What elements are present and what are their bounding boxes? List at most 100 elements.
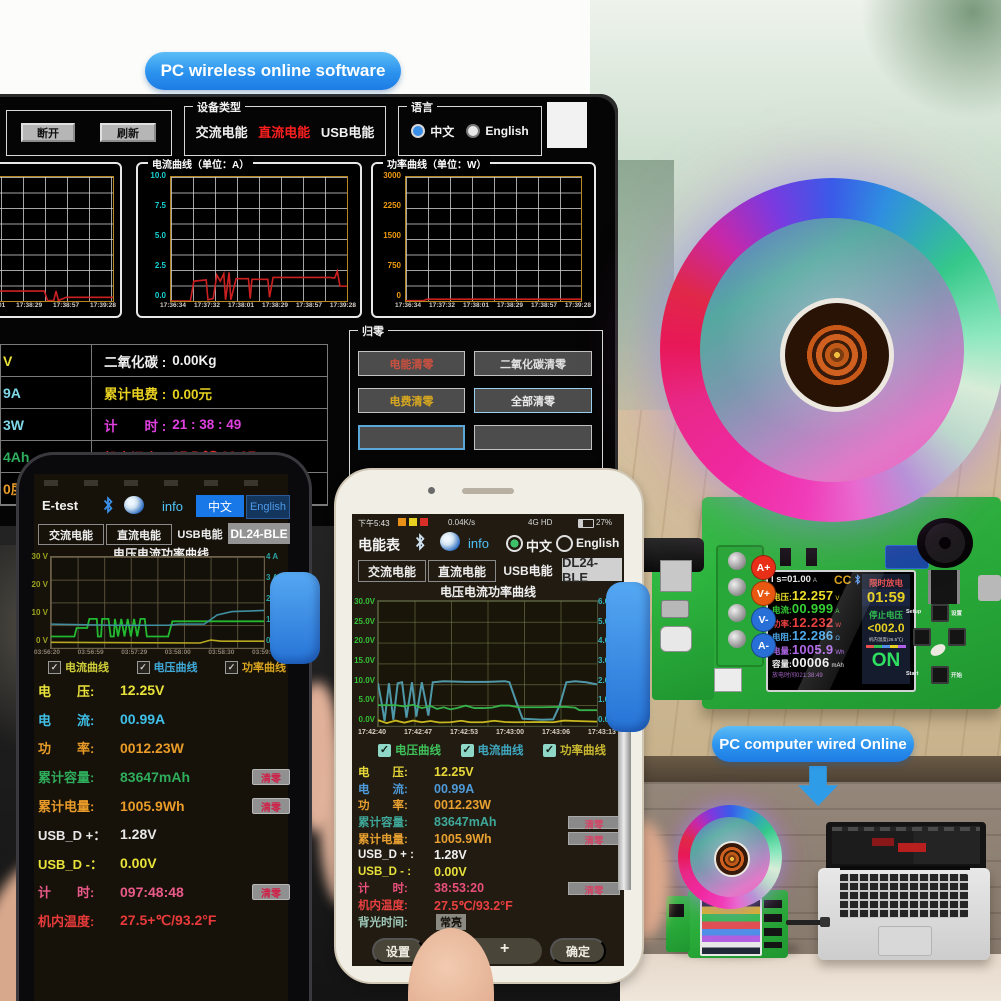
reset-group-title: 归零	[358, 323, 388, 339]
laptop-trackpad	[878, 926, 932, 956]
tab-ac[interactable]: 交流电能	[38, 524, 104, 545]
tab-device-dl24[interactable]: DL24-BLE	[562, 558, 622, 581]
power-line	[0, 291, 113, 300]
lcd-countdown: 01:59	[862, 589, 910, 606]
small-fan-hub	[714, 841, 750, 877]
legend-voltage[interactable]: 电压曲线	[378, 742, 441, 758]
info-link[interactable]: info	[468, 536, 489, 551]
tab-usb[interactable]: USB电能	[498, 560, 558, 580]
clear-button[interactable]: 清零	[568, 832, 620, 845]
tab-dc[interactable]: 直流电能	[428, 560, 496, 582]
minus-button[interactable]	[913, 628, 931, 646]
chart-panel-power: 功率曲线（单位：W） 3000225015007500 17:36:3417:3…	[371, 162, 596, 318]
plus-button[interactable]: +	[500, 940, 509, 958]
row-value: 0.00V	[434, 865, 467, 879]
row-value: 12.25V	[120, 682, 164, 698]
legend-current[interactable]: 电流曲线	[48, 659, 109, 675]
reset-blank-button-1[interactable]	[358, 425, 465, 450]
reset-blank-button-2[interactable]	[474, 425, 592, 450]
tab-usb-energy[interactable]: USB电能	[321, 122, 374, 141]
plant-blur	[860, 0, 1001, 120]
tick-label: 17:38:57	[531, 303, 557, 310]
x-axis-ticks: 03:56:2003:56:5903:57:2903:58:0003:58:30…	[34, 650, 278, 657]
table-row: 9A累计电费 :0.00元	[1, 377, 327, 409]
tick-label: 0.0V	[350, 716, 375, 724]
legend-power[interactable]: 功率曲线	[543, 742, 606, 758]
tick-label: 17:36:34	[160, 303, 186, 310]
clear-button[interactable]: 清零	[252, 769, 290, 785]
reset-co2-button[interactable]: 二氧化碳清零	[474, 351, 592, 376]
setup-label-en: Setup	[906, 609, 921, 615]
start-button[interactable]	[931, 666, 949, 684]
lcd-label: 容量:	[772, 658, 792, 670]
legend-voltage[interactable]: 电压曲线	[137, 659, 198, 675]
usb-a-port	[660, 560, 692, 592]
app-icon-3	[420, 518, 428, 526]
bluetooth-icon[interactable]	[102, 496, 114, 514]
globe-icon[interactable]	[440, 532, 460, 551]
lang-en-button[interactable]: English	[246, 495, 290, 519]
checkbox-icon[interactable]	[461, 744, 474, 757]
tick-label: 17:38:57	[296, 303, 322, 310]
lang-zh-button[interactable]: 中文	[196, 495, 244, 517]
row-value: 83647mAh	[434, 815, 497, 829]
power-line	[51, 640, 264, 643]
setup-button[interactable]	[931, 604, 949, 622]
tab-ac[interactable]: 交流电能	[358, 560, 426, 582]
radio-chinese[interactable]	[411, 124, 425, 138]
row-label: USB_D +：	[38, 825, 120, 844]
refresh-button[interactable]: 刷新	[100, 123, 156, 142]
reset-energy-button[interactable]: 电能清零	[358, 351, 465, 376]
start-label-cn: 开始	[951, 671, 962, 679]
reset-all-button[interactable]: 全部清零	[474, 388, 592, 413]
laptop-keyboard	[840, 874, 968, 918]
tab-ac-energy[interactable]: 交流电能	[196, 122, 248, 141]
language-group: 语言 中文 English	[398, 106, 542, 156]
clear-button[interactable]: 清零	[252, 884, 290, 900]
tick-label: 17:37:32	[429, 303, 455, 310]
tab-usb[interactable]: USB电能	[174, 524, 226, 543]
radio-english-label[interactable]: English	[485, 124, 528, 138]
checkbox-icon[interactable]	[378, 744, 391, 757]
radio-en[interactable]	[556, 535, 573, 552]
tab-device-dl24[interactable]: DL24-BLE	[228, 523, 290, 544]
tab-dc-energy[interactable]: 直流电能	[258, 122, 310, 141]
disconnect-button[interactable]: 断开	[21, 123, 75, 142]
checkbox-icon[interactable]	[137, 661, 150, 674]
clear-button[interactable]: 清零	[568, 882, 620, 895]
x-axis-ticks: 17:42:4017:42:4717:42:5317:43:0017:43:06…	[358, 729, 616, 736]
table-cell: 二氧化碳 :0.00Kg	[91, 345, 327, 376]
phone-right-value-rows: 电 压:12.25V电 流:00.99A功 率:0012.23W累计容量:836…	[358, 764, 620, 930]
clear-button[interactable]: 清零	[568, 816, 620, 829]
tab-dc[interactable]: 直流电能	[106, 524, 172, 545]
tick-label: 17:37:32	[194, 303, 220, 310]
radio-chinese-label[interactable]: 中文	[430, 123, 454, 140]
tick-label: 0.0	[142, 292, 166, 300]
tick-label: 17:39:28	[90, 303, 116, 310]
radio-english[interactable]	[466, 124, 480, 138]
tick-label: 4 A	[266, 553, 286, 561]
info-link[interactable]: info	[162, 499, 183, 514]
lcd-runtime: 放电时间021:38:49	[772, 670, 823, 679]
cell-label: 二氧化碳 :	[104, 351, 166, 371]
legend-current[interactable]: 电流曲线	[461, 742, 524, 758]
clear-button[interactable]: 清零	[252, 798, 290, 814]
plus-button[interactable]	[948, 628, 966, 646]
tick-label: 17:38:57	[53, 303, 79, 310]
radio-zh[interactable]	[506, 535, 523, 552]
bluetooth-icon[interactable]	[414, 533, 426, 551]
radio-zh-label[interactable]: 中文	[526, 536, 552, 555]
checkbox-icon[interactable]	[543, 744, 556, 757]
lcd-row: 电量:1005.9Wh	[772, 642, 862, 655]
status-net: 4G HD	[528, 518, 552, 527]
checkbox-icon[interactable]	[225, 661, 238, 674]
radio-en-label[interactable]: English	[576, 536, 619, 550]
tick-label: 20 V	[28, 581, 48, 589]
checkbox-icon[interactable]	[48, 661, 61, 674]
row-label: 机内温度:	[358, 897, 434, 913]
chart-title: 电压电流功率曲线	[352, 583, 624, 600]
globe-icon[interactable]	[124, 496, 144, 514]
reset-cost-button[interactable]: 电费清零	[358, 388, 465, 413]
confirm-button[interactable]: 确定	[550, 938, 606, 964]
data-row: 背光时间:常亮	[358, 913, 620, 930]
